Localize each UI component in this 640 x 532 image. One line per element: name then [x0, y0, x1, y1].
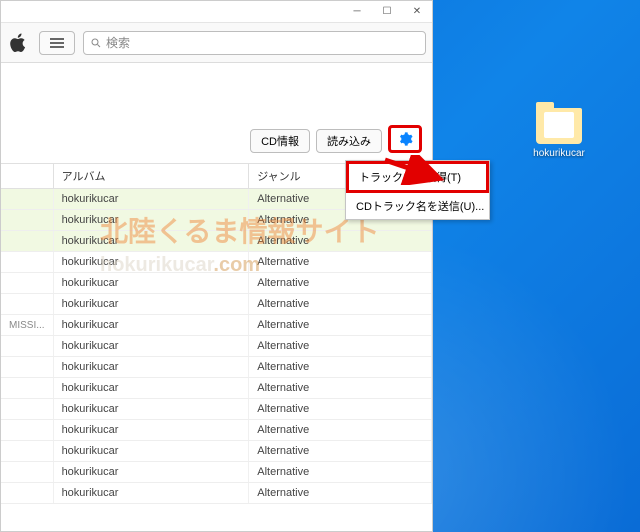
itunes-window: ─ ☐ ✕ 検索 CD情報 読み込み アルバム ジャンル hokurikucar… [0, 0, 433, 532]
cell-album: hokurikucar [53, 399, 249, 420]
cell-num [1, 357, 53, 378]
cell-genre: Alternative [249, 336, 432, 357]
cell-num [1, 210, 53, 231]
header-num[interactable] [1, 164, 53, 189]
cell-num [1, 378, 53, 399]
cell-genre: Alternative [249, 399, 432, 420]
desktop-folder-icon[interactable]: hokurikucar [528, 108, 590, 159]
import-button[interactable]: 読み込み [316, 129, 382, 153]
table-row[interactable]: hokurikucarAlternative [1, 294, 432, 315]
search-icon [90, 37, 102, 49]
cell-num [1, 483, 53, 504]
cell-album: hokurikucar [53, 294, 249, 315]
table-row[interactable]: hokurikucarAlternative [1, 378, 432, 399]
cell-genre: Alternative [249, 315, 432, 336]
cell-album: hokurikucar [53, 189, 249, 210]
cell-num [1, 441, 53, 462]
cell-num [1, 252, 53, 273]
cell-genre: Alternative [249, 441, 432, 462]
menu-send-track-names[interactable]: CDトラック名を送信(U)... [346, 193, 489, 219]
cell-num [1, 462, 53, 483]
cell-genre: Alternative [249, 273, 432, 294]
cell-album: hokurikucar [53, 231, 249, 252]
cell-num [1, 273, 53, 294]
table-row[interactable]: hokurikucarAlternative [1, 252, 432, 273]
apple-logo-icon [7, 32, 29, 54]
settings-gear-button[interactable] [388, 125, 422, 153]
cell-album: hokurikucar [53, 357, 249, 378]
view-list-button[interactable] [39, 31, 75, 55]
cd-info-button[interactable]: CD情報 [250, 129, 310, 153]
cell-album: hokurikucar [53, 378, 249, 399]
cell-num [1, 294, 53, 315]
cell-album: hokurikucar [53, 462, 249, 483]
cell-genre: Alternative [249, 483, 432, 504]
search-placeholder: 検索 [106, 34, 130, 51]
table-row[interactable]: hokurikucarAlternative [1, 336, 432, 357]
table-row[interactable]: hokurikucarAlternative [1, 462, 432, 483]
cell-genre: Alternative [249, 378, 432, 399]
cell-num [1, 189, 53, 210]
toolbar: 検索 [1, 23, 432, 63]
table-row[interactable]: hokurikucarAlternative [1, 483, 432, 504]
cell-genre: Alternative [249, 252, 432, 273]
maximize-button[interactable]: ☐ [372, 1, 402, 22]
table-row[interactable]: MISSI...hokurikucarAlternative [1, 315, 432, 336]
table-row[interactable]: hokurikucarAlternative [1, 420, 432, 441]
cell-album: hokurikucar [53, 315, 249, 336]
table-row[interactable]: hokurikucarAlternative [1, 399, 432, 420]
gear-icon [397, 131, 413, 147]
cell-num [1, 420, 53, 441]
cell-genre: Alternative [249, 420, 432, 441]
cell-album: hokurikucar [53, 336, 249, 357]
cell-genre: Alternative [249, 294, 432, 315]
menu-get-track-names[interactable]: トラック名を取得(T) [346, 161, 489, 193]
cell-album: hokurikucar [53, 273, 249, 294]
sub-toolbar: CD情報 読み込み [1, 63, 432, 163]
cell-num [1, 231, 53, 252]
desktop-icon-label: hokurikucar [528, 148, 590, 159]
table-row[interactable]: hokurikucarAlternative [1, 231, 432, 252]
search-input[interactable]: 検索 [83, 31, 426, 55]
minimize-button[interactable]: ─ [342, 1, 372, 22]
header-album[interactable]: アルバム [53, 164, 249, 189]
table-row[interactable]: hokurikucarAlternative [1, 357, 432, 378]
cell-album: hokurikucar [53, 483, 249, 504]
table-row[interactable]: hokurikucarAlternative [1, 273, 432, 294]
title-bar: ─ ☐ ✕ [1, 1, 432, 23]
context-menu: トラック名を取得(T) CDトラック名を送信(U)... [345, 160, 490, 220]
cell-genre: Alternative [249, 357, 432, 378]
cell-num [1, 399, 53, 420]
close-button[interactable]: ✕ [402, 1, 432, 22]
cell-album: hokurikucar [53, 420, 249, 441]
list-icon [50, 38, 64, 48]
table-row[interactable]: hokurikucarAlternative [1, 441, 432, 462]
cell-album: hokurikucar [53, 441, 249, 462]
cell-album: hokurikucar [53, 252, 249, 273]
cell-num [1, 336, 53, 357]
cell-genre: Alternative [249, 462, 432, 483]
cell-num: MISSI... [1, 315, 53, 336]
cell-album: hokurikucar [53, 210, 249, 231]
cell-genre: Alternative [249, 231, 432, 252]
